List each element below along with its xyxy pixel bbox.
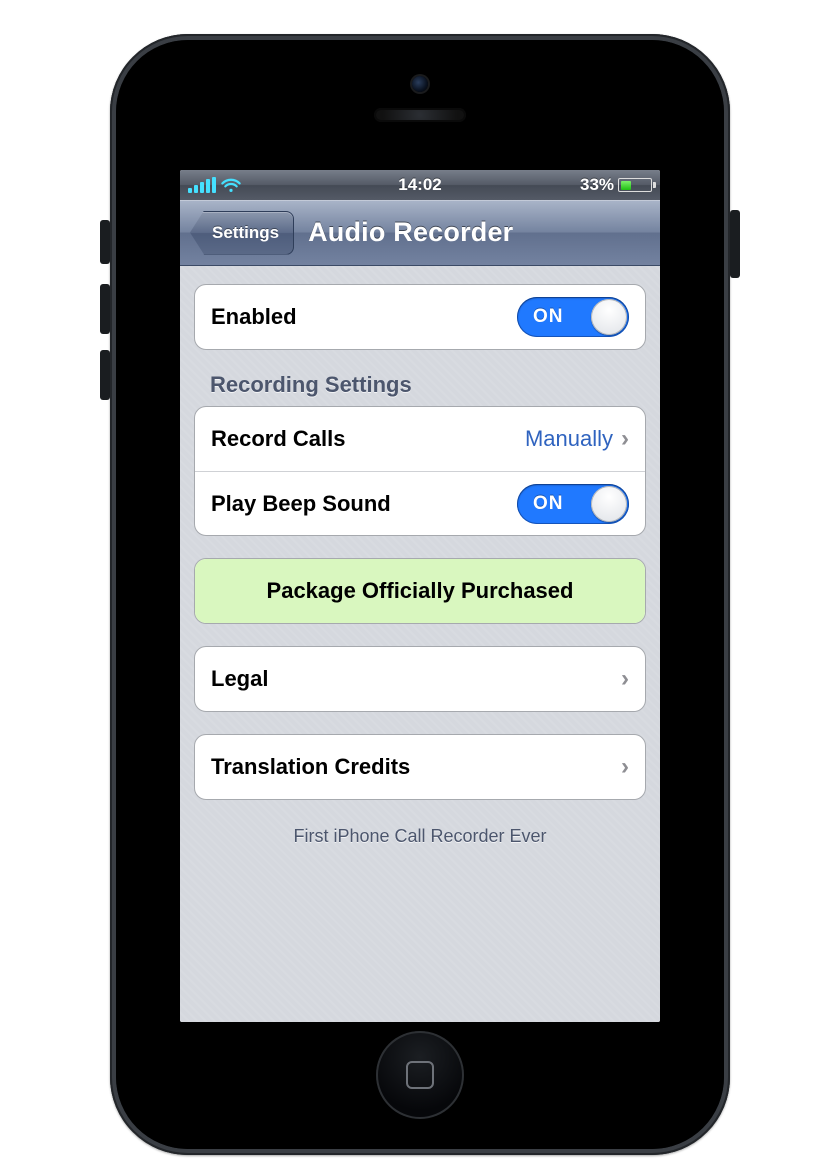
wifi-icon (221, 178, 241, 193)
group-recording: Recording Settings Record Calls Manually… (194, 372, 646, 536)
row-purchase-label: Package Officially Purchased (267, 578, 574, 604)
toggle-play-beep-state: ON (533, 493, 564, 515)
power-button[interactable] (730, 210, 740, 278)
toggle-enabled-state: ON (533, 306, 564, 328)
page-canvas: 14:02 33% Settings Audio Recorder (0, 0, 840, 1171)
nav-bar: Settings Audio Recorder (180, 200, 660, 266)
row-record-calls-label: Record Calls (211, 426, 346, 452)
battery-icon (618, 178, 652, 192)
back-button[interactable]: Settings (190, 211, 294, 255)
settings-content[interactable]: Enabled ON Recording Settings (180, 266, 660, 1022)
group-recording-header: Recording Settings (194, 372, 646, 406)
row-credits-label: Translation Credits (211, 754, 410, 780)
home-button[interactable] (376, 1031, 464, 1119)
group-legal: Legal › (194, 646, 646, 712)
screen: 14:02 33% Settings Audio Recorder (180, 170, 660, 1022)
cellular-signal-icon (188, 177, 216, 193)
volume-up-button[interactable] (100, 284, 110, 334)
home-button-glyph (406, 1061, 434, 1089)
row-legal-label: Legal (211, 666, 268, 692)
row-record-calls[interactable]: Record Calls Manually › (195, 407, 645, 471)
earpiece-icon (374, 108, 466, 122)
row-translation-credits[interactable]: Translation Credits › (195, 735, 645, 799)
toggle-knob-icon (591, 299, 627, 335)
footer-caption: First iPhone Call Recorder Ever (194, 822, 646, 847)
group-main: Enabled ON (194, 284, 646, 350)
status-battery-percent: 33% (580, 175, 614, 195)
row-enabled-label: Enabled (211, 304, 297, 330)
phone-bezel: 14:02 33% Settings Audio Recorder (116, 40, 724, 1149)
group-purchase: Package Officially Purchased (194, 558, 646, 624)
row-record-calls-value: Manually (525, 426, 613, 452)
page-title: Audio Recorder (308, 217, 513, 248)
front-camera-icon (412, 76, 428, 92)
row-play-beep-label: Play Beep Sound (211, 491, 391, 517)
volume-down-button[interactable] (100, 350, 110, 400)
mute-switch[interactable] (100, 220, 110, 264)
toggle-play-beep[interactable]: ON (517, 484, 629, 524)
status-time: 14:02 (343, 175, 498, 195)
toggle-knob-icon (591, 486, 627, 522)
row-legal[interactable]: Legal › (195, 647, 645, 711)
chevron-right-icon: › (621, 665, 629, 693)
chevron-right-icon: › (621, 425, 629, 453)
group-credits: Translation Credits › (194, 734, 646, 800)
row-enabled: Enabled ON (195, 285, 645, 349)
chevron-right-icon: › (621, 753, 629, 781)
status-bar: 14:02 33% (180, 170, 660, 200)
row-purchase-status: Package Officially Purchased (195, 559, 645, 623)
back-button-label: Settings (212, 223, 279, 243)
toggle-enabled[interactable]: ON (517, 297, 629, 337)
row-play-beep: Play Beep Sound ON (195, 471, 645, 535)
phone-frame: 14:02 33% Settings Audio Recorder (110, 34, 730, 1155)
